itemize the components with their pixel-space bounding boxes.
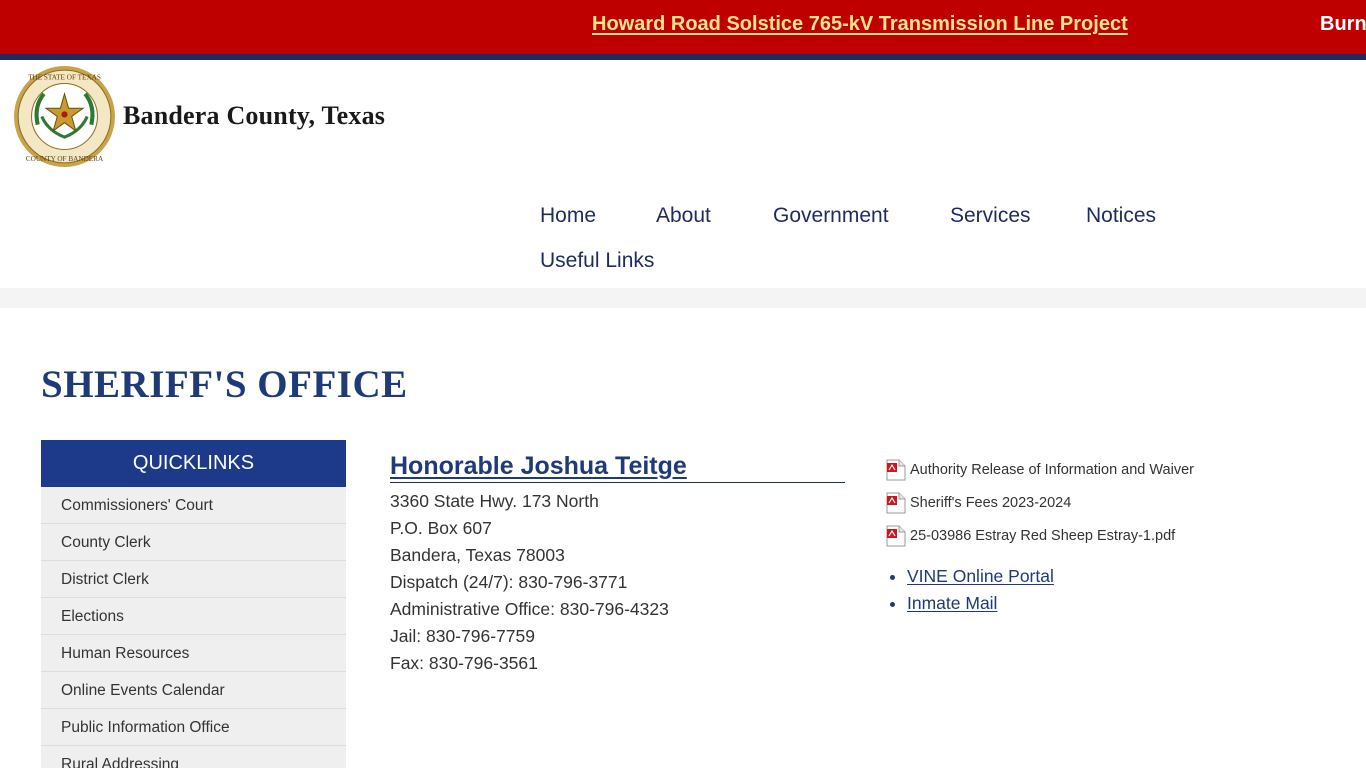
nav-item-government[interactable]: Government xyxy=(773,204,889,228)
document-list: Authority Release of Information and Wai… xyxy=(886,453,1194,552)
nav-item-useful-links[interactable]: Useful Links xyxy=(540,249,654,273)
pdf-icon xyxy=(886,525,906,546)
document-item[interactable]: Authority Release of Information and Wai… xyxy=(886,453,1194,486)
official-heading: Honorable Joshua Teitge xyxy=(390,452,845,483)
quicklink-elections[interactable]: Elections xyxy=(41,598,346,635)
list-item: VINE Online Portal xyxy=(907,563,1054,590)
announcement-ticker: Howard Road Solstice 765-kV Transmission… xyxy=(0,0,1366,54)
official-name-link[interactable]: Honorable Joshua Teitge xyxy=(390,452,687,480)
nav-item-about[interactable]: About xyxy=(656,204,711,228)
ticker-link-transmission-project[interactable]: Howard Road Solstice 765-kV Transmission… xyxy=(592,13,1128,36)
header-divider-band xyxy=(0,288,1366,308)
contact-line: Jail: 830-796-7759 xyxy=(390,626,535,646)
quicklink-public-information-office[interactable]: Public Information Office xyxy=(41,709,346,746)
quicklink-county-clerk[interactable]: County Clerk xyxy=(41,524,346,561)
inmate-mail-link[interactable]: Inmate Mail xyxy=(907,593,997,613)
quicklink-commissioners-court[interactable]: Commissioners' Court xyxy=(41,487,346,524)
document-item[interactable]: 25-03986 Estray Red Sheep Estray-1.pdf xyxy=(886,519,1194,552)
svg-text:THE STATE OF TEXAS: THE STATE OF TEXAS xyxy=(28,73,101,81)
pdf-icon xyxy=(886,459,906,480)
quicklink-human-resources[interactable]: Human Resources xyxy=(41,635,346,672)
document-label[interactable]: Sheriff's Fees 2023-2024 xyxy=(910,495,1071,511)
contact-line: P.O. Box 607 xyxy=(390,518,492,538)
quicklinks-heading: QUICKLINKS xyxy=(41,440,346,487)
contact-line: Dispatch (24/7): 830-796-3771 xyxy=(390,572,628,592)
quicklink-online-events-calendar[interactable]: Online Events Calendar xyxy=(41,672,346,709)
contact-line: Bandera, Texas 78003 xyxy=(390,545,565,565)
nav-item-notices[interactable]: Notices xyxy=(1086,204,1156,228)
pdf-icon xyxy=(886,492,906,513)
ticker-link-burn[interactable]: Burn xyxy=(1320,13,1366,36)
document-label[interactable]: Authority Release of Information and Wai… xyxy=(910,462,1194,478)
contact-details: 3360 State Hwy. 173 North P.O. Box 607 B… xyxy=(390,488,669,677)
external-links: VINE Online Portal Inmate Mail xyxy=(907,563,1054,617)
vine-portal-link[interactable]: VINE Online Portal xyxy=(907,566,1054,586)
page-title: SHERIFF'S OFFICE xyxy=(41,363,408,406)
svg-text:COUNTY OF BANDERA: COUNTY OF BANDERA xyxy=(26,155,104,163)
document-label[interactable]: 25-03986 Estray Red Sheep Estray-1.pdf xyxy=(910,528,1175,544)
county-seal-icon: THE STATE OF TEXAS COUNTY OF BANDERA xyxy=(14,66,115,167)
contact-line: Fax: 830-796-3561 xyxy=(390,653,538,673)
site-title: Bandera County, Texas xyxy=(123,101,386,130)
contact-line: 3360 State Hwy. 173 North xyxy=(390,491,599,511)
nav-item-services[interactable]: Services xyxy=(950,204,1031,228)
contact-line: Administrative Office: 830-796-4323 xyxy=(390,599,669,619)
quicklink-district-clerk[interactable]: District Clerk xyxy=(41,561,346,598)
ticker-divider xyxy=(0,54,1366,60)
quicklink-rural-addressing[interactable]: Rural Addressing xyxy=(41,746,346,768)
list-item: Inmate Mail xyxy=(907,590,1054,617)
document-item[interactable]: Sheriff's Fees 2023-2024 xyxy=(886,486,1194,519)
quicklinks-list: Commissioners' Court County Clerk Distri… xyxy=(41,487,346,768)
nav-item-home[interactable]: Home xyxy=(540,204,596,228)
